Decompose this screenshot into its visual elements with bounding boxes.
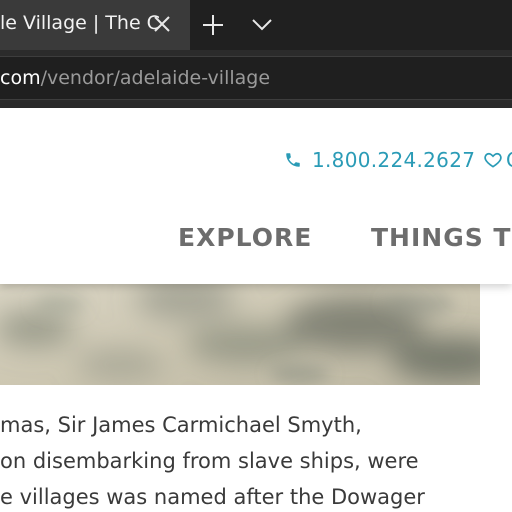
hero-image <box>0 284 480 385</box>
chevron-down-icon[interactable] <box>250 14 274 34</box>
article-line: mas, Sir James Carmichael Smyth, <box>0 413 362 437</box>
browser-tab-bar: le Village | The C <box>0 0 512 50</box>
browser-tab[interactable]: le Village | The C <box>0 0 190 50</box>
nav-item-explore[interactable]: EXPLORE <box>178 223 312 252</box>
url-text: com/vendor/adelaide-village <box>0 67 270 89</box>
tab-title: le Village | The C <box>0 12 160 34</box>
hero-photo <box>0 284 480 385</box>
close-icon[interactable] <box>150 12 174 36</box>
url-domain: com <box>0 67 41 89</box>
article-line: on disembarking from slave ships, were <box>0 449 419 473</box>
phone-number: 1.800.224.2627 <box>312 148 476 172</box>
phone-icon <box>286 153 300 167</box>
phone-link[interactable]: 1.800.224.2627 <box>284 148 475 172</box>
url-input[interactable]: com/vendor/adelaide-village <box>0 56 512 100</box>
article-line: e villages was named after the Dowager <box>0 485 425 509</box>
favorites-link[interactable]: C <box>506 148 512 172</box>
browser-address-bar: com/vendor/adelaide-village <box>0 50 512 108</box>
heart-icon[interactable] <box>483 150 503 170</box>
web-page: 1.800.224.2627 C EXPLORE THINGS TO <box>0 108 512 512</box>
nav-item-things-to-do[interactable]: THINGS TO <box>371 223 512 252</box>
site-header: 1.800.224.2627 C EXPLORE THINGS TO <box>0 108 512 284</box>
url-path: /vendor/adelaide-village <box>40 67 271 89</box>
plus-icon[interactable] <box>200 12 226 38</box>
